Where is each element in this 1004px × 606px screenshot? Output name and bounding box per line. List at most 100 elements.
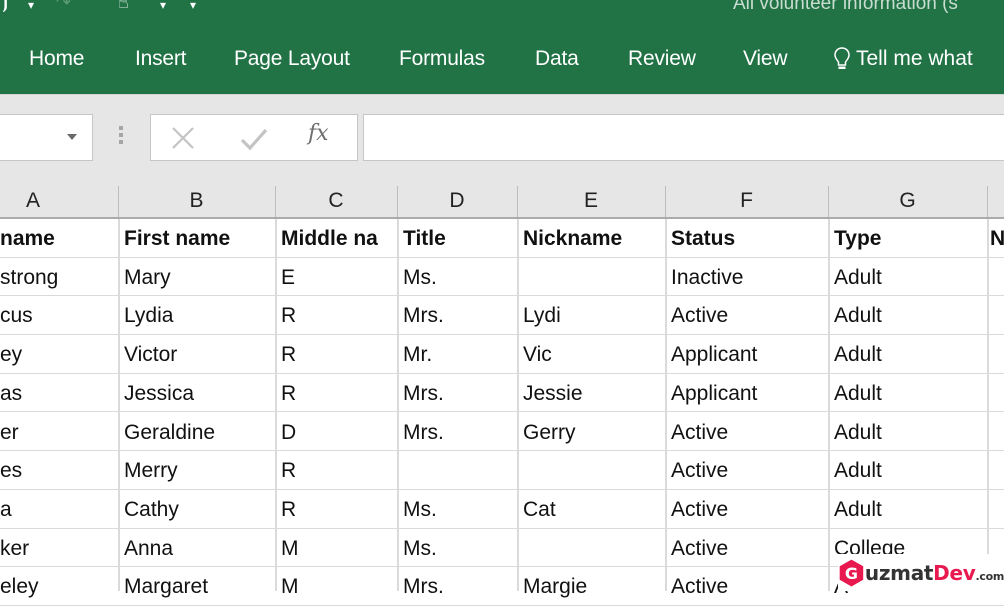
cell-h[interactable]: [987, 335, 1004, 373]
cell-b[interactable]: Merry: [118, 451, 275, 489]
cell-a[interactable]: cus: [0, 296, 118, 334]
cell-a[interactable]: ey: [0, 335, 118, 373]
cell-d[interactable]: Ms.: [397, 258, 517, 296]
cell-b[interactable]: Margaret: [118, 567, 275, 605]
cell-b[interactable]: Victor: [118, 335, 275, 373]
cell-c[interactable]: D: [275, 413, 397, 451]
cell-b[interactable]: Lydia: [118, 296, 275, 334]
cell-f[interactable]: Active: [665, 529, 828, 567]
cell-d[interactable]: Title: [397, 219, 517, 257]
cell-d[interactable]: Mr.: [397, 335, 517, 373]
cell-e[interactable]: Nickname: [517, 219, 665, 257]
redo-icon[interactable]: ↷: [56, 0, 71, 12]
cell-g[interactable]: Adult: [828, 413, 987, 451]
cell-d[interactable]: [397, 451, 517, 489]
cell-g[interactable]: Adult: [828, 296, 987, 334]
cell-e[interactable]: [517, 451, 665, 489]
column-header-e[interactable]: E: [517, 182, 665, 217]
cell-f[interactable]: Applicant: [665, 374, 828, 412]
cell-c[interactable]: M: [275, 567, 397, 605]
cell-h[interactable]: [987, 374, 1004, 412]
insert-function-button[interactable]: fx: [308, 121, 329, 146]
cell-f[interactable]: Active: [665, 490, 828, 528]
name-box[interactable]: [0, 114, 93, 161]
tab-review[interactable]: Review: [628, 44, 696, 74]
cell-d[interactable]: Ms.: [397, 490, 517, 528]
column-header-c[interactable]: C: [275, 182, 397, 217]
cell-e[interactable]: Gerry: [517, 413, 665, 451]
tab-page-layout[interactable]: Page Layout: [234, 44, 350, 74]
tab-view[interactable]: View: [743, 44, 788, 74]
cell-d[interactable]: Ms.: [397, 529, 517, 567]
cell-g[interactable]: Adult: [828, 258, 987, 296]
enter-icon[interactable]: [239, 125, 269, 153]
cell-f[interactable]: Active: [665, 413, 828, 451]
cell-c[interactable]: R: [275, 451, 397, 489]
column-header-g[interactable]: G: [828, 182, 987, 217]
cell-d[interactable]: Mrs.: [397, 567, 517, 605]
cell-f[interactable]: Active: [665, 296, 828, 334]
cell-a[interactable]: a: [0, 490, 118, 528]
cell-b[interactable]: Geraldine: [118, 413, 275, 451]
cell-d[interactable]: Mrs.: [397, 296, 517, 334]
cell-h[interactable]: [987, 296, 1004, 334]
cell-b[interactable]: Mary: [118, 258, 275, 296]
cell-h[interactable]: [987, 490, 1004, 528]
cell-d[interactable]: Mrs.: [397, 413, 517, 451]
cell-e[interactable]: [517, 529, 665, 567]
formula-input[interactable]: [363, 114, 1004, 161]
cell-g[interactable]: Adult: [828, 490, 987, 528]
undo-dropdown-icon[interactable]: ▾: [28, 0, 34, 14]
cell-a[interactable]: as: [0, 374, 118, 412]
touch-dropdown-icon[interactable]: ▾: [160, 0, 166, 14]
tab-insert[interactable]: Insert: [135, 44, 187, 74]
tab-data[interactable]: Data: [535, 44, 579, 74]
cell-g[interactable]: Adult: [828, 451, 987, 489]
cell-e[interactable]: Margie: [517, 567, 665, 605]
touch-mode-icon[interactable]: ☝: [118, 0, 129, 12]
cell-h[interactable]: [987, 258, 1004, 296]
cell-f[interactable]: Status: [665, 219, 828, 257]
cell-b[interactable]: Cathy: [118, 490, 275, 528]
cell-b[interactable]: Anna: [118, 529, 275, 567]
cell-h[interactable]: N: [987, 219, 1004, 257]
cell-a[interactable]: name: [0, 219, 118, 257]
cell-c[interactable]: R: [275, 335, 397, 373]
cell-c[interactable]: R: [275, 296, 397, 334]
resize-grip-icon[interactable]: [119, 126, 124, 146]
cell-e[interactable]: Jessie: [517, 374, 665, 412]
cell-e[interactable]: Cat: [517, 490, 665, 528]
cell-b[interactable]: Jessica: [118, 374, 275, 412]
cell-e[interactable]: Lydi: [517, 296, 665, 334]
cell-f[interactable]: Inactive: [665, 258, 828, 296]
cancel-icon[interactable]: [169, 124, 197, 152]
tell-me-search[interactable]: Tell me what: [834, 44, 973, 74]
cell-a[interactable]: strong: [0, 258, 118, 296]
cell-c[interactable]: M: [275, 529, 397, 567]
cell-f[interactable]: Applicant: [665, 335, 828, 373]
name-box-dropdown-icon[interactable]: [67, 134, 77, 140]
cell-d[interactable]: Mrs.: [397, 374, 517, 412]
tab-formulas[interactable]: Formulas: [399, 44, 485, 74]
cell-e[interactable]: Vic: [517, 335, 665, 373]
tab-home[interactable]: Home: [29, 44, 84, 74]
cell-c[interactable]: Middle na: [275, 219, 397, 257]
cell-f[interactable]: Active: [665, 567, 828, 605]
cell-a[interactable]: ker: [0, 529, 118, 567]
cell-g[interactable]: Adult: [828, 374, 987, 412]
column-header-f[interactable]: F: [665, 182, 828, 217]
cell-a[interactable]: eley: [0, 567, 118, 605]
save-icon[interactable]: ⦘: [2, 0, 8, 12]
cell-c[interactable]: R: [275, 490, 397, 528]
cell-a[interactable]: es: [0, 451, 118, 489]
cell-c[interactable]: E: [275, 258, 397, 296]
cell-e[interactable]: [517, 258, 665, 296]
column-header-b[interactable]: B: [118, 182, 275, 217]
cell-a[interactable]: er: [0, 413, 118, 451]
cell-b[interactable]: First name: [118, 219, 275, 257]
cell-h[interactable]: [987, 451, 1004, 489]
column-header-d[interactable]: D: [397, 182, 517, 217]
cell-g[interactable]: Adult: [828, 335, 987, 373]
column-header-a[interactable]: A: [0, 182, 66, 217]
customize-dropdown-icon[interactable]: ▾: [190, 0, 196, 14]
